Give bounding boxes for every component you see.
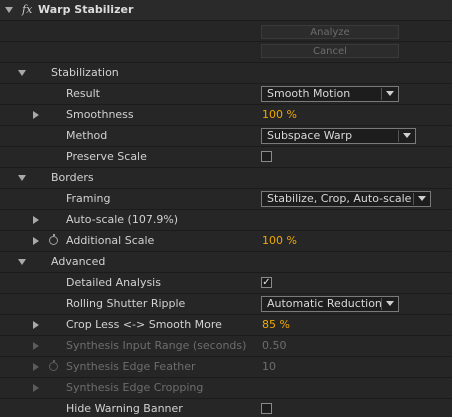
checkmark-icon: ✓ (262, 277, 271, 288)
expand-synth-input-icon (33, 342, 39, 350)
expand-auto-scale-icon[interactable] (33, 216, 39, 224)
additional-scale-row: Additional Scale 100 % (0, 231, 452, 252)
auto-scale-label: Auto-scale (107.9%) (66, 213, 179, 226)
dropdown-separator (398, 130, 399, 142)
synth-input-row: Synthesis Input Range (seconds) 0.50 (0, 336, 452, 357)
method-label: Method (66, 129, 108, 142)
result-row: Result Smooth Motion (0, 84, 452, 105)
hide-warning-label: Hide Warning Banner (66, 402, 183, 415)
rolling-shutter-row: Rolling Shutter Ripple Automatic Reducti… (0, 294, 452, 315)
method-dropdown[interactable]: Subspace Warp (261, 128, 416, 144)
auto-scale-row: Auto-scale (107.9%) (0, 210, 452, 231)
result-label: Result (66, 87, 100, 100)
preserve-scale-row: Preserve Scale (0, 147, 452, 168)
fx-icon[interactable]: fx (22, 3, 32, 16)
result-dropdown[interactable]: Smooth Motion (261, 86, 399, 102)
smoothness-value[interactable]: 100 % (262, 108, 297, 121)
hide-warning-row: Hide Warning Banner (0, 399, 452, 417)
dropdown-separator (381, 298, 382, 310)
additional-scale-label: Additional Scale (66, 234, 155, 247)
cancel-row: Cancel (0, 42, 452, 63)
stopwatch-icon[interactable] (49, 234, 58, 245)
effect-header[interactable]: fx Warp Stabilizer (0, 0, 452, 21)
method-value: Subspace Warp (267, 129, 353, 142)
synth-input-value: 0.50 (262, 339, 287, 352)
stopwatch-icon (49, 360, 58, 371)
cancel-button[interactable]: Cancel (261, 44, 399, 58)
chevron-down-icon (386, 91, 394, 96)
expand-smoothness-icon[interactable] (33, 111, 39, 119)
result-value: Smooth Motion (267, 87, 351, 100)
collapse-stabilization-icon[interactable] (18, 70, 26, 76)
expand-crop-smooth-icon[interactable] (33, 321, 39, 329)
crop-smooth-label: Crop Less <-> Smooth More (66, 318, 222, 331)
expand-additional-scale-icon[interactable] (33, 237, 39, 245)
additional-scale-value[interactable]: 100 % (262, 234, 297, 247)
hide-warning-checkbox[interactable] (261, 403, 272, 414)
detailed-analysis-row: Detailed Analysis ✓ (0, 273, 452, 294)
borders-label: Borders (51, 171, 94, 184)
dropdown-separator (381, 88, 382, 100)
analyze-button[interactable]: Analyze (261, 25, 399, 39)
stabilization-group-header[interactable]: Stabilization (0, 63, 452, 84)
rolling-shutter-label: Rolling Shutter Ripple (66, 297, 186, 310)
advanced-label: Advanced (51, 255, 106, 268)
preserve-scale-label: Preserve Scale (66, 150, 147, 163)
analyze-row: Analyze (0, 21, 452, 42)
chevron-down-icon (386, 301, 394, 306)
framing-dropdown[interactable]: Stabilize, Crop, Auto-scale (261, 191, 431, 207)
synth-cropping-label: Synthesis Edge Cropping (66, 381, 204, 394)
chevron-down-icon (403, 133, 411, 138)
framing-label: Framing (66, 192, 111, 205)
stabilization-label: Stabilization (51, 66, 119, 79)
effect-name: Warp Stabilizer (38, 3, 134, 16)
method-row: Method Subspace Warp (0, 126, 452, 147)
smoothness-label: Smoothness (66, 108, 134, 121)
crop-smooth-row: Crop Less <-> Smooth More 85 % (0, 315, 452, 336)
preserve-scale-checkbox[interactable] (261, 151, 272, 162)
crop-smooth-value[interactable]: 85 % (262, 318, 290, 331)
detailed-analysis-label: Detailed Analysis (66, 276, 161, 289)
framing-row: Framing Stabilize, Crop, Auto-scale (0, 189, 452, 210)
advanced-group-header[interactable]: Advanced (0, 252, 452, 273)
detailed-analysis-checkbox[interactable]: ✓ (261, 277, 272, 288)
collapse-effect-icon[interactable] (5, 7, 13, 13)
smoothness-row: Smoothness 100 % (0, 105, 452, 126)
rolling-shutter-dropdown[interactable]: Automatic Reduction (261, 296, 399, 312)
borders-group-header[interactable]: Borders (0, 168, 452, 189)
synth-cropping-row: Synthesis Edge Cropping (0, 378, 452, 399)
expand-synth-feather-icon (33, 363, 39, 371)
dropdown-separator (413, 193, 414, 205)
chevron-down-icon (418, 196, 426, 201)
synth-feather-label: Synthesis Edge Feather (66, 360, 196, 373)
synth-feather-row: Synthesis Edge Feather 10 (0, 357, 452, 378)
framing-value: Stabilize, Crop, Auto-scale (267, 192, 412, 205)
synth-input-label: Synthesis Input Range (seconds) (66, 339, 247, 352)
expand-synth-cropping-icon (33, 384, 39, 392)
synth-feather-value: 10 (262, 360, 276, 373)
collapse-borders-icon[interactable] (18, 175, 26, 181)
collapse-advanced-icon[interactable] (18, 259, 26, 265)
rolling-shutter-value: Automatic Reduction (267, 297, 382, 310)
